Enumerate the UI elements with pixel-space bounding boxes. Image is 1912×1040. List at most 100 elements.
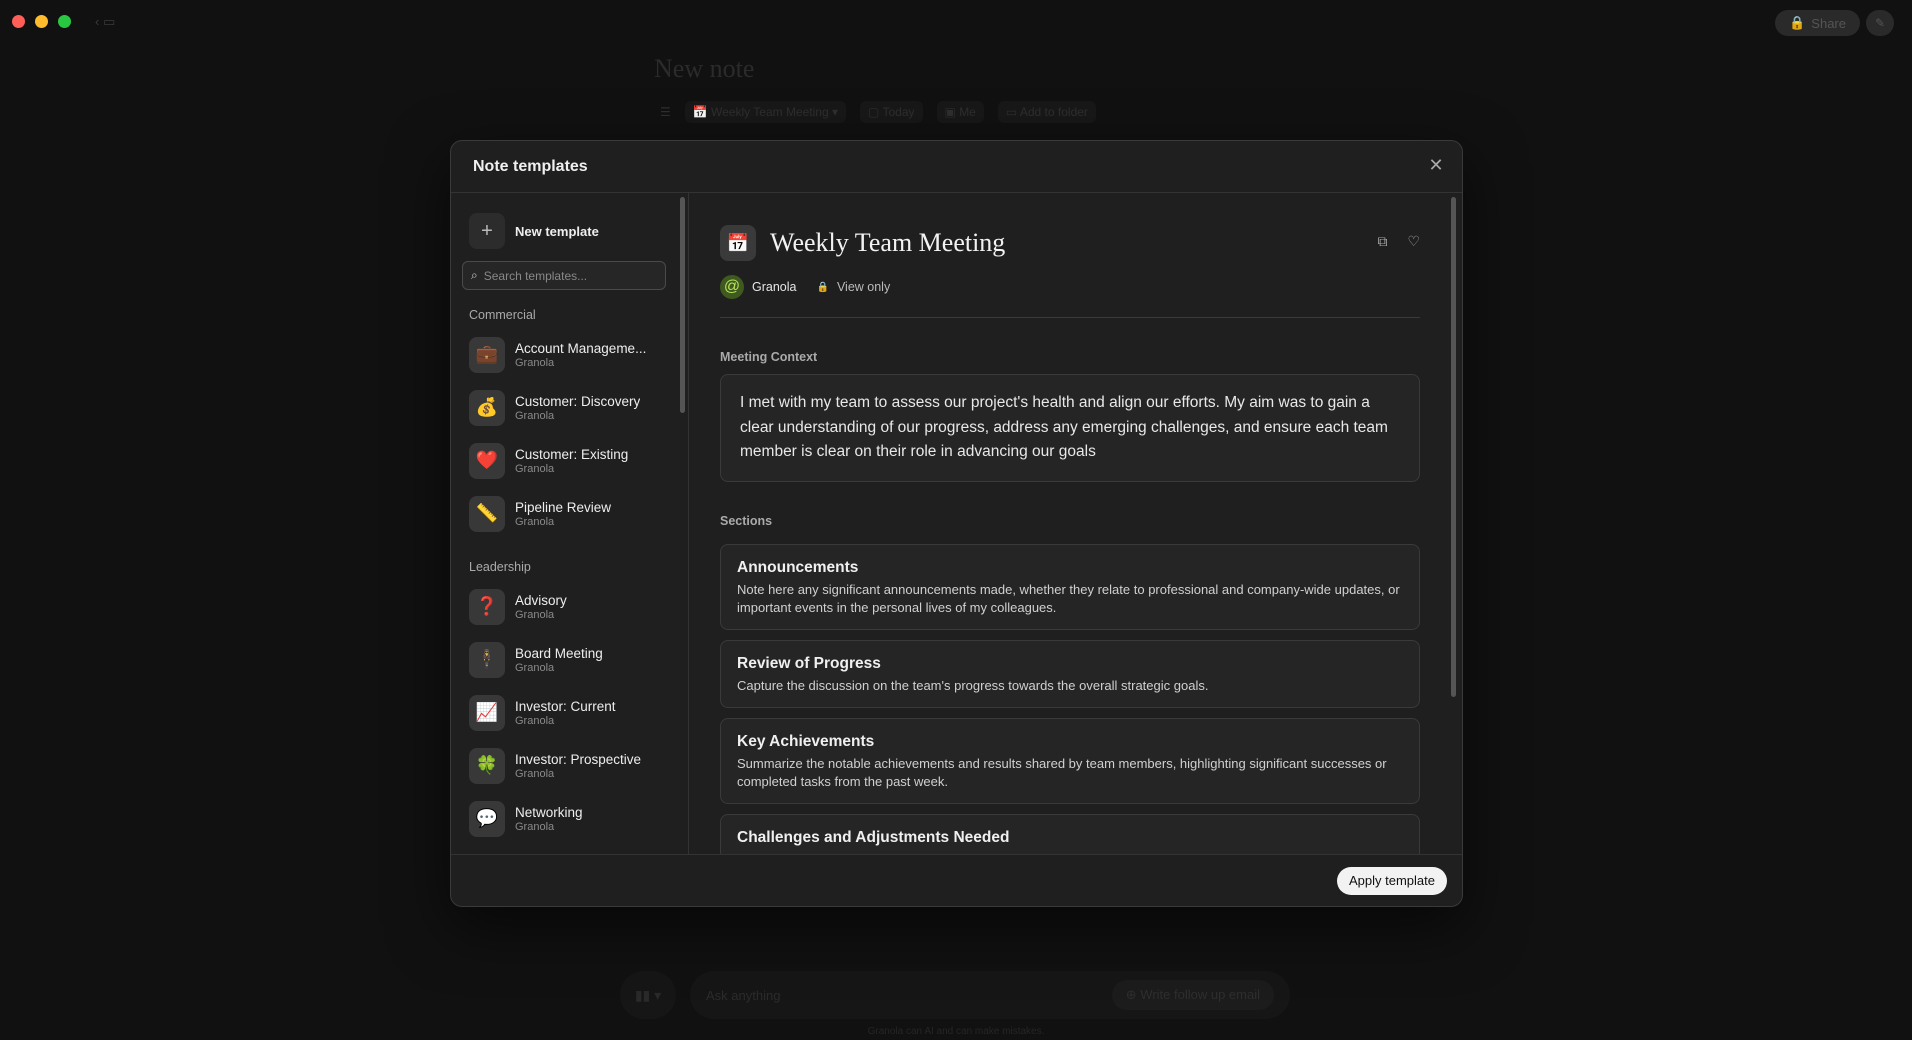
- money-icon: 💰: [469, 389, 505, 426]
- list-icon[interactable]: ☰: [660, 105, 671, 119]
- template-name: Investor: Current: [515, 698, 616, 714]
- template-item-networking[interactable]: 💬 Networking Granola: [451, 792, 688, 845]
- followup-email-button[interactable]: ⊕ Write follow up email: [1111, 980, 1274, 1010]
- ask-input[interactable]: Ask anything ⊕ Write follow up email: [690, 971, 1290, 1019]
- template-source: Granola: [515, 714, 555, 727]
- clover-icon: 🍀: [469, 747, 505, 784]
- folder-chip[interactable]: ▭ Add to folder: [997, 101, 1096, 123]
- template-name: Pipeline Review: [515, 499, 612, 515]
- detail-scrollbar[interactable]: [1451, 197, 1456, 697]
- section-card-challenges: Challenges and Adjustments Needed: [720, 813, 1420, 854]
- calendar-icon: 📅: [720, 225, 756, 261]
- folder-chip-label: Add to folder: [1019, 105, 1088, 119]
- modal-body: + New template ⌕ Commercial 💼 Account Ma…: [451, 193, 1462, 854]
- date-chip-label: Today: [882, 105, 915, 119]
- share-label: Share: [1811, 15, 1846, 31]
- footer-disclaimer: Granola can AI and can make mistakes.: [867, 1026, 1045, 1037]
- template-source: Granola: [515, 820, 555, 833]
- chart-up-icon: 📈: [469, 694, 505, 731]
- template-item-customer-existing[interactable]: ❤️ Customer: Existing Granola: [451, 434, 688, 487]
- modal-header: Note templates ✕: [451, 141, 1462, 193]
- open-external-icon[interactable]: ⧉: [1377, 233, 1387, 250]
- template-item-advisory[interactable]: ❓ Advisory Granola: [451, 580, 688, 633]
- template-name: Account Manageme...: [515, 340, 647, 356]
- template-item-investor-current[interactable]: 📈 Investor: Current Granola: [451, 686, 688, 739]
- template-name: Customer: Discovery: [515, 393, 641, 409]
- author-row: @ Granola 🔒 View only: [720, 275, 1420, 299]
- note-title[interactable]: New note: [654, 54, 754, 84]
- share-button[interactable]: 🔒 Share: [1775, 10, 1860, 36]
- search-box[interactable]: ⌕: [462, 261, 666, 290]
- window-controls: [12, 15, 71, 28]
- heart-outline-icon[interactable]: ♡: [1407, 233, 1420, 250]
- meeting-context-text: I met with my team to assess our project…: [720, 374, 1420, 482]
- close-icon[interactable]: ✕: [1426, 155, 1446, 175]
- template-name: Advisory: [515, 592, 567, 608]
- section-card-key-achievements: Key Achievements Summarize the notable a…: [720, 717, 1420, 804]
- date-chip[interactable]: ▢ Today: [860, 101, 923, 123]
- template-item-investor-prospective[interactable]: 🍀 Investor: Prospective Granola: [451, 739, 688, 792]
- templates-sidebar: + New template ⌕ Commercial 💼 Account Ma…: [451, 193, 689, 854]
- sections-label: Sections: [720, 513, 773, 528]
- heart-icon: ❤️: [469, 442, 505, 479]
- template-item-pipeline-review[interactable]: 📏 Pipeline Review Granola: [451, 487, 688, 540]
- template-header: 📅 Weekly Team Meeting ⧉ ♡: [720, 225, 1420, 261]
- search-icon: ⌕: [471, 268, 478, 282]
- section-description: Capture the discussion on the team's pro…: [737, 677, 1209, 693]
- template-source: Granola: [515, 462, 555, 475]
- divider: [720, 317, 1420, 318]
- granola-logo-icon: @: [720, 275, 744, 299]
- note-templates-modal: Note templates ✕ + New template ⌕ Commer…: [450, 140, 1463, 907]
- speech-bubble-icon: 💬: [469, 800, 505, 837]
- template-name: Board Meeting: [515, 645, 603, 661]
- businessman-icon: 🕴: [469, 641, 505, 678]
- section-title: Key Achievements: [737, 732, 875, 750]
- template-chip[interactable]: 📅 Weekly Team Meeting ▾: [684, 101, 847, 123]
- section-title: Review of Progress: [737, 654, 881, 672]
- question-icon: ❓: [469, 588, 505, 625]
- people-chip[interactable]: ▣ Me: [936, 101, 984, 123]
- ask-bar: ▮▮ ▾ Ask anything ⊕ Write follow up emai…: [620, 967, 1290, 1023]
- section-card-announcements: Announcements Note here any significant …: [720, 543, 1420, 630]
- template-source: Granola: [515, 356, 555, 369]
- followup-email-label: Write follow up email: [1140, 987, 1260, 1002]
- minimize-window-button[interactable]: [35, 15, 48, 28]
- ask-placeholder: Ask anything: [706, 987, 781, 1003]
- lock-icon: 🔒: [816, 281, 829, 293]
- template-source: Granola: [515, 409, 555, 422]
- template-title: Weekly Team Meeting: [770, 228, 1006, 257]
- search-input[interactable]: [483, 268, 644, 283]
- section-description: Note here any significant announcements …: [737, 581, 1400, 615]
- lock-icon: 🔒: [1789, 15, 1806, 30]
- microphone-icon[interactable]: ▮▮ ▾: [620, 971, 676, 1019]
- modal-title: Note templates: [473, 157, 588, 175]
- sidebar-toggle-icon[interactable]: ‹ ▭: [95, 14, 115, 30]
- apply-template-button[interactable]: Apply template: [1337, 866, 1447, 895]
- template-name: Networking: [515, 804, 583, 820]
- template-chip-label: Weekly Team Meeting: [711, 105, 829, 119]
- sidebar-scrollbar[interactable]: [680, 197, 685, 413]
- edit-icon[interactable]: ✎: [1866, 10, 1894, 36]
- template-item-board-meeting[interactable]: 🕴 Board Meeting Granola: [451, 633, 688, 686]
- new-template-button[interactable]: + New template: [469, 213, 688, 249]
- template-item-customer-discovery[interactable]: 💰 Customer: Discovery Granola: [451, 381, 688, 434]
- maximize-window-button[interactable]: [58, 15, 71, 28]
- people-chip-label: Me: [959, 105, 976, 119]
- new-template-label: New template: [515, 223, 599, 239]
- section-card-review-of-progress: Review of Progress Capture the discussio…: [720, 639, 1420, 708]
- sections-list: Announcements Note here any significant …: [720, 543, 1420, 854]
- modal-footer: Apply template: [451, 854, 1462, 906]
- template-actions: ⧉ ♡: [1377, 233, 1420, 250]
- access-label: View only: [836, 280, 891, 294]
- template-detail-pane: 📅 Weekly Team Meeting ⧉ ♡ @ Granola 🔒 Vi…: [689, 193, 1462, 854]
- app-window: ‹ ▭ ··· 🔒Share ✎ New note ☰ 📅 Weekly Tea…: [0, 0, 1912, 1040]
- section-title: Announcements: [737, 558, 859, 576]
- template-item-account-management[interactable]: 💼 Account Manageme... Granola: [451, 328, 688, 381]
- template-name: Investor: Prospective: [515, 751, 642, 767]
- group-label-leadership: Leadership: [469, 560, 531, 574]
- template-source: Granola: [515, 661, 555, 674]
- template-name: Customer: Existing: [515, 446, 629, 462]
- section-description: Summarize the notable achievements and r…: [737, 755, 1387, 789]
- briefcase-icon: 💼: [469, 336, 505, 373]
- close-window-button[interactable]: [12, 15, 25, 28]
